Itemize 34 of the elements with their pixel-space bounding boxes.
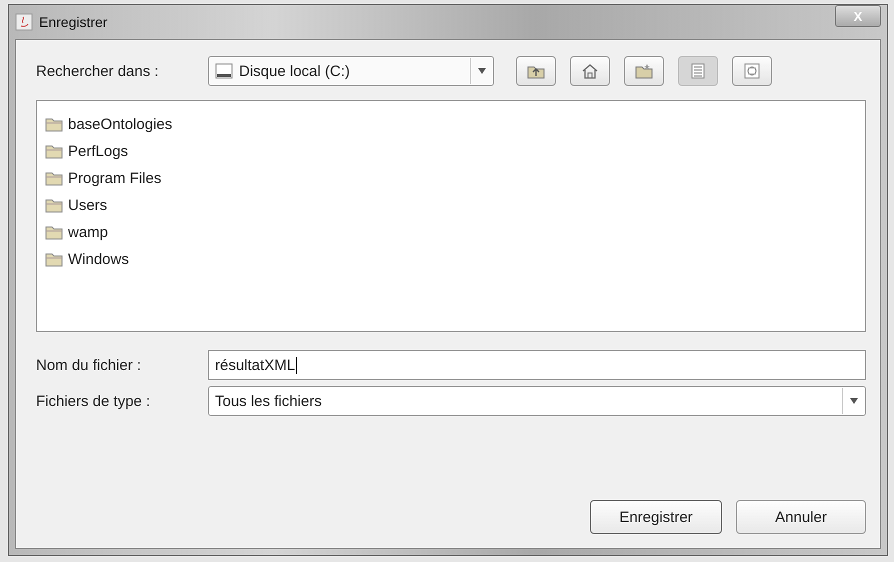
folder-name[interactable]: Program Files xyxy=(68,170,162,187)
file-name-field[interactable]: résultatXML xyxy=(208,350,866,380)
folder-icon xyxy=(45,252,63,267)
folder-name[interactable]: wamp xyxy=(68,224,108,241)
home-icon xyxy=(581,63,599,79)
folder-name[interactable]: PerfLogs xyxy=(68,143,128,160)
toolbar-button[interactable] xyxy=(732,56,772,86)
folder-icon xyxy=(45,117,63,132)
file-type-dropdown[interactable]: Tous les fichiers xyxy=(208,386,866,416)
app-icon xyxy=(15,13,33,31)
folder-icon xyxy=(45,225,63,240)
folder-icon xyxy=(45,198,63,213)
folder-icon xyxy=(45,144,63,159)
toolbar-button[interactable] xyxy=(624,56,664,86)
toolbar-button[interactable] xyxy=(570,56,610,86)
look-in-label: Rechercher dans : xyxy=(36,62,160,80)
save-button[interactable]: Enregistrer xyxy=(590,500,722,534)
folder-name[interactable]: baseOntologies xyxy=(68,116,172,133)
window-title: Enregistrer xyxy=(39,14,108,30)
folder-name[interactable]: Windows xyxy=(68,251,129,268)
toolbar-button[interactable] xyxy=(678,56,718,86)
details-view-icon xyxy=(744,63,760,79)
file-type-label: Fichiers de type : xyxy=(36,392,152,410)
look-in-dropdown[interactable]: Disque local (C:) xyxy=(208,56,494,86)
cancel-button[interactable]: Annuler xyxy=(736,500,866,534)
folder-icon xyxy=(635,63,653,79)
toolbar-button[interactable] xyxy=(516,56,556,86)
folder-icon xyxy=(45,171,63,186)
dropdown-arrow-icon xyxy=(478,68,486,74)
drive-icon xyxy=(215,63,233,79)
folder-name[interactable]: Users xyxy=(68,197,108,214)
dropdown-arrow-icon xyxy=(850,398,858,404)
file-name-label: Nom du fichier : xyxy=(36,356,142,374)
list-view-icon xyxy=(691,63,705,79)
